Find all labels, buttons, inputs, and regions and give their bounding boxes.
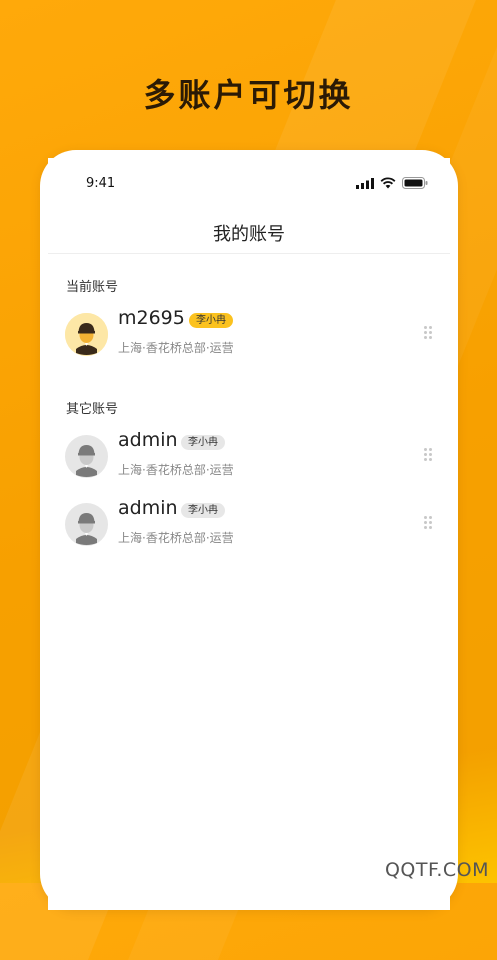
status-bar: 9:41 bbox=[48, 173, 450, 197]
hero-title: 多账户可切换 bbox=[143, 76, 354, 114]
user-badge: 李小冉 bbox=[189, 313, 233, 328]
watermark: QQTF.COM bbox=[384, 859, 489, 881]
account-location: 上海·香花桥总部·运营 bbox=[118, 463, 234, 477]
user-avatar-icon bbox=[65, 503, 108, 546]
account-location: 上海·香花桥总部·运营 bbox=[118, 531, 234, 545]
wifi-icon bbox=[380, 177, 396, 189]
account-name: admin bbox=[118, 429, 178, 451]
user-badge: 李小冉 bbox=[181, 435, 225, 450]
account-name: admin bbox=[118, 497, 178, 519]
avatar bbox=[65, 503, 108, 546]
account-name: m2695 bbox=[118, 307, 185, 329]
other-account-row[interactable]: admin 李小冉 上海·香花桥总部·运营 bbox=[65, 429, 450, 495]
current-account-row[interactable]: m2695 李小冉 上海·香花桥总部·运营 bbox=[65, 307, 450, 373]
avatar bbox=[65, 435, 108, 478]
section-label-other: 其它账号 bbox=[66, 402, 119, 417]
drag-handle-icon[interactable] bbox=[424, 448, 432, 462]
other-account-row[interactable]: admin 李小冉 上海·香花桥总部·运营 bbox=[65, 497, 450, 563]
account-location: 上海·香花桥总部·运营 bbox=[118, 341, 234, 355]
page-title: 我的账号 bbox=[213, 224, 285, 245]
battery-icon bbox=[402, 177, 428, 189]
drag-handle-icon[interactable] bbox=[424, 516, 432, 530]
status-icons bbox=[356, 177, 428, 189]
phone-frame: 9:41 我的账号 当前账号 m2695 李小冉 上海·香花桥总部·运营 其它账… bbox=[40, 150, 458, 910]
user-avatar-icon bbox=[65, 435, 108, 478]
phone-screen: 9:41 我的账号 当前账号 m2695 李小冉 上海·香花桥总部·运营 其它账… bbox=[48, 158, 450, 910]
drag-handle-icon[interactable] bbox=[424, 326, 432, 340]
signal-icon bbox=[356, 177, 374, 189]
status-time: 9:41 bbox=[86, 176, 116, 191]
section-label-current: 当前账号 bbox=[66, 280, 119, 295]
user-badge: 李小冉 bbox=[181, 503, 225, 518]
avatar bbox=[65, 313, 108, 356]
divider bbox=[48, 253, 450, 254]
user-avatar-icon bbox=[65, 313, 108, 356]
